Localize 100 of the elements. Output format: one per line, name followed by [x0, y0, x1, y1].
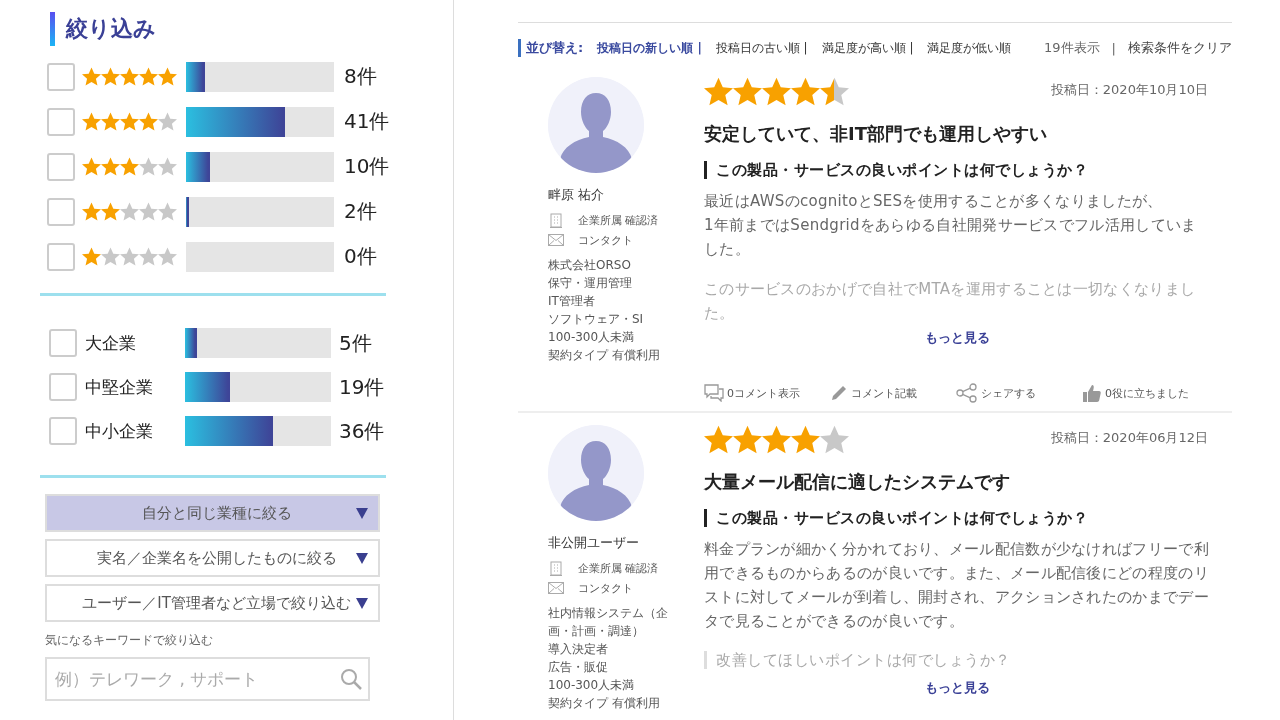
caret-icon	[356, 552, 368, 564]
star-icon	[139, 67, 158, 86]
count-label: 41件	[344, 108, 390, 135]
count-label: 5件	[339, 329, 372, 357]
sort-option[interactable]: 投稿日の古い順 |	[715, 39, 808, 57]
filter-dropdown[interactable]: ユーザー／IT管理者など立場で絞り込む	[45, 584, 380, 622]
star-icon	[120, 112, 139, 131]
profile-text: 100-300人未満	[548, 677, 636, 694]
filter-title: 絞り込み	[50, 12, 386, 46]
thumbs-up-icon	[1082, 383, 1102, 403]
sort-option[interactable]: 満足度が低い順	[927, 39, 1012, 57]
review-text: このサービスのおかげで自社でMTAを運用することは一切なくなりました。	[704, 279, 1197, 324]
profile-text: 広告・販促	[548, 659, 609, 676]
checkbox[interactable]	[47, 107, 75, 136]
star-icon	[82, 112, 101, 131]
count-label: 8件	[344, 63, 377, 90]
star-icon	[120, 67, 139, 86]
contact-link[interactable]: コンタクト	[578, 580, 633, 596]
mail-icon	[548, 582, 564, 594]
profile-text: ソフトウェア・SI	[548, 311, 645, 328]
mail-icon	[548, 234, 564, 246]
action-link[interactable]: 0役に立ちました	[1105, 385, 1189, 401]
post-date: 投稿日：2020年06月12日	[1050, 429, 1208, 447]
count-label: 19件	[339, 373, 385, 401]
star-icon	[139, 112, 158, 131]
comment-icon	[704, 384, 724, 402]
pencil-icon	[830, 384, 848, 402]
result-count: 19件表示	[1044, 39, 1100, 57]
star-icon	[733, 77, 762, 106]
checkbox[interactable]	[47, 62, 75, 91]
star-icon	[820, 77, 849, 106]
checkbox[interactable]	[49, 329, 77, 357]
profile-text: 100-300人未満	[548, 329, 636, 346]
star-icon	[704, 77, 733, 106]
profile-text: 契約タイプ 有償利用	[548, 695, 661, 712]
checkbox[interactable]	[49, 373, 77, 401]
star-icon	[139, 247, 158, 266]
profile-text: 社内情報システム（企画・計画・調達）	[548, 605, 669, 640]
star-icon	[791, 425, 820, 454]
checkbox[interactable]	[47, 242, 75, 271]
keyword-label: 気になるキーワードで絞り込む	[45, 632, 214, 649]
profile-text: IT管理者	[548, 293, 596, 310]
star-icon	[101, 202, 120, 221]
review-title: 安定していて、非IT部門でも運用しやすい	[704, 122, 1048, 146]
count-label: 10件	[344, 153, 390, 180]
separator-text: |	[1111, 40, 1116, 56]
action-link[interactable]: シェアする	[981, 385, 1036, 401]
sort-label: 並び替え:	[518, 39, 584, 57]
profile-text: 導入決定者	[548, 641, 609, 658]
more-link[interactable]: もっと見る	[924, 679, 990, 697]
count-label: 2件	[344, 198, 377, 225]
star-icon	[762, 77, 791, 106]
action-link[interactable]: コメント記載	[851, 385, 917, 401]
sort-option[interactable]: 投稿日の新しい順 |	[597, 39, 702, 57]
profile-text: 保守・運用管理	[548, 275, 633, 292]
star-icon	[733, 425, 762, 454]
review-text: 最近はAWSのcognitoとSESを使用することが多くなりましたが、	[704, 191, 1164, 212]
filter-label: 中小企業	[85, 419, 154, 443]
star-icon	[139, 202, 158, 221]
question-heading: 改善してほしいポイントは何でしょうか？	[704, 651, 1210, 669]
star-icon	[82, 202, 101, 221]
star-icon	[762, 425, 791, 454]
star-icon	[158, 157, 177, 176]
filter-dropdown[interactable]: 実名／企業名を公開したものに絞る	[45, 539, 380, 577]
star-icon	[158, 112, 177, 131]
star-icon	[158, 247, 177, 266]
search-field[interactable]: 例）テレワーク , サポート	[45, 657, 370, 701]
star-icon	[82, 247, 101, 266]
caret-icon	[356, 507, 368, 519]
filter-dropdown[interactable]: 自分と同じ業種に絞る	[45, 494, 380, 532]
search-icon[interactable]	[340, 668, 362, 690]
star-icon	[158, 67, 177, 86]
reviewer-name: 非公開ユーザー	[548, 534, 640, 552]
checkbox[interactable]	[47, 152, 75, 181]
share-icon	[956, 383, 978, 403]
question-heading: この製品・サービスの良いポイントは何でしょうか？	[704, 161, 1210, 179]
filter-label: 中堅企業	[85, 375, 154, 399]
star-icon	[82, 157, 101, 176]
star-icon	[101, 247, 120, 266]
clear-link[interactable]: 検索条件をクリア	[1128, 39, 1232, 57]
star-icon	[120, 157, 139, 176]
count-label: 0件	[344, 243, 377, 270]
star-icon	[101, 67, 120, 86]
more-link[interactable]: もっと見る	[924, 329, 990, 347]
star-icon	[120, 247, 139, 266]
reviewer-name: 畔原 祐介	[548, 186, 606, 204]
star-icon	[101, 112, 120, 131]
review-title: 大量メール配信に適したシステムです	[704, 470, 1011, 494]
checkbox[interactable]	[49, 417, 77, 445]
checkbox[interactable]	[47, 197, 75, 226]
star-icon	[791, 77, 820, 106]
filter-label: 大企業	[85, 331, 137, 355]
building-icon	[548, 560, 564, 576]
action-link[interactable]: 0コメント表示	[727, 385, 800, 401]
star-icon	[139, 157, 158, 176]
building-icon	[548, 212, 564, 228]
caret-icon	[356, 597, 368, 609]
sort-option[interactable]: 満足度が高い順 |	[821, 39, 914, 57]
post-date: 投稿日：2020年10月10日	[1050, 81, 1208, 99]
contact-link[interactable]: コンタクト	[578, 232, 633, 248]
